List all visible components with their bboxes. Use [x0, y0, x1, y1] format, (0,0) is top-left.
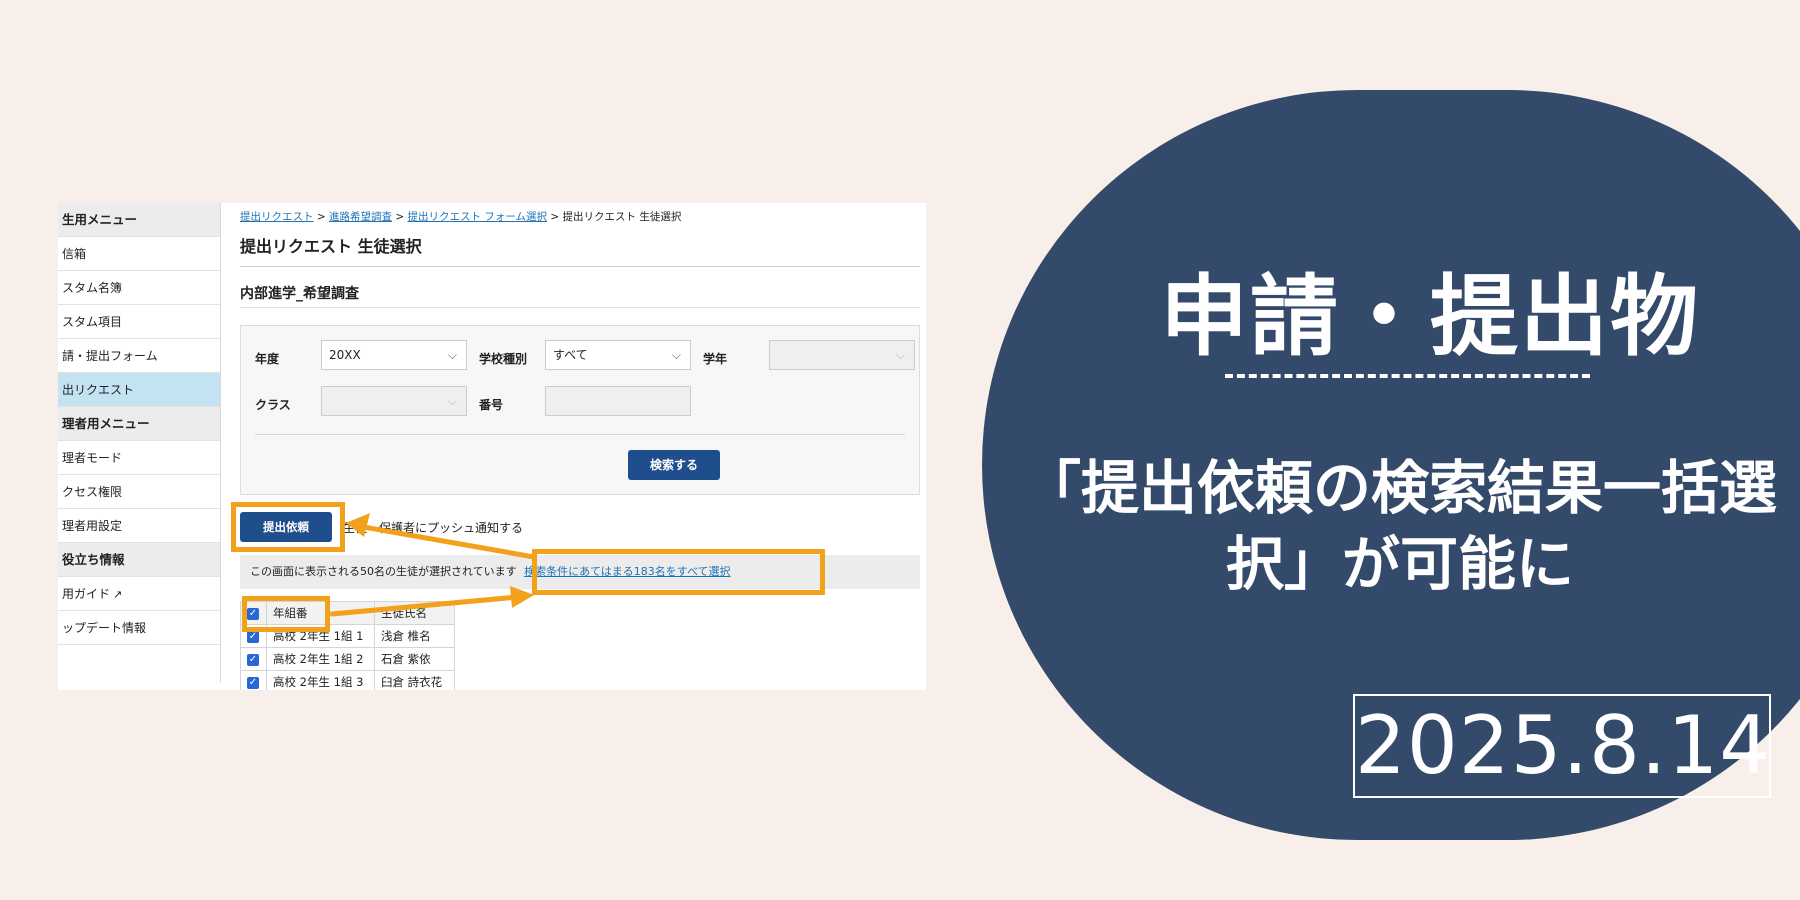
selected-count-text: この画面に表示される50名の生徒が選択されています — [250, 565, 517, 578]
table-row: ✓ 高校 2年生 1組 3 臼倉 詩衣花 — [240, 670, 455, 690]
highlight-submit-button — [231, 502, 345, 552]
sidebar-item-label: 理者用設定 — [62, 519, 123, 533]
main-content: 提出リクエスト > 進路希望調査 > 提出リクエスト フォーム選択 > 提出リク… — [240, 203, 920, 690]
sidebar-item[interactable]: 理者用設定 — [58, 509, 220, 543]
sidebar: 生用メニュー 信箱スタム名簿スタム項目請・提出フォーム 出リクエスト理者用メニュー理… — [58, 203, 221, 683]
sidebar-item[interactable]: 理者モード — [58, 441, 220, 475]
dashed-divider — [1225, 374, 1590, 378]
sidebar-section-header: 役立ち情報 — [58, 543, 220, 577]
cell-name: 浅倉 椎名 — [374, 624, 455, 648]
breadcrumb-separator: > — [391, 211, 408, 223]
grade-select[interactable]: ⌵ — [769, 340, 915, 370]
row-checkbox[interactable]: ✓ — [247, 630, 259, 643]
sidebar-item-label: 生用メニュー — [62, 212, 138, 227]
cell-class: 高校 2年生 1組 3 — [266, 670, 375, 690]
sidebar-item-label: 信箱 — [62, 247, 87, 261]
year-select-value: 20XX — [329, 348, 361, 362]
sidebar-item[interactable]: 請・提出フォーム — [58, 339, 220, 373]
year-select[interactable]: 20XX ⌵ — [321, 340, 467, 370]
promo-subtitle-line1: 「提出依頼の検索結果一括選 — [1022, 454, 1777, 522]
sidebar-item[interactable]: 出リクエスト — [58, 373, 220, 407]
sidebar-item[interactable]: スタム名簿 — [58, 271, 220, 305]
school-type-select[interactable]: すべて ⌵ — [545, 340, 691, 370]
promo-subtitle-line2: 択」が可能に — [1225, 530, 1574, 598]
row-checkbox[interactable]: ✓ — [247, 653, 259, 666]
sidebar-item[interactable]: ップデート情報 — [58, 611, 220, 645]
sidebar-item[interactable]: 信箱 — [58, 237, 220, 271]
breadcrumb-current: 提出リクエスト 生徒選択 — [562, 211, 682, 223]
class-select[interactable]: ⌵ — [321, 386, 467, 416]
table-row: ✓ 高校 2年生 1組 2 石倉 紫依 — [240, 647, 455, 671]
grade-label: 学年 — [703, 352, 728, 366]
chevron-down-icon: ⌵ — [447, 394, 457, 408]
sidebar-item-label: 用ガイド — [62, 587, 111, 601]
sidebar-item-label: スタム名簿 — [62, 281, 123, 295]
school-type-label: 学校種別 — [479, 352, 528, 366]
sidebar-item-label: 役立ち情報 — [62, 552, 125, 567]
number-input[interactable] — [545, 386, 691, 416]
class-label: クラス — [255, 398, 291, 412]
cell-class: 高校 2年生 1組 2 — [266, 647, 375, 671]
highlight-select-all-link — [532, 549, 825, 595]
search-button[interactable]: 検索する — [628, 450, 720, 480]
chevron-down-icon: ⌵ — [671, 348, 681, 362]
breadcrumb: 提出リクエスト > 進路希望調査 > 提出リクエスト フォーム選択 > 提出リク… — [240, 209, 681, 224]
chevron-down-icon: ⌵ — [895, 348, 905, 362]
chevron-down-icon: ⌵ — [447, 348, 457, 362]
sidebar-item-label: スタム項目 — [62, 315, 123, 329]
highlight-select-all-checkbox — [242, 596, 330, 632]
app-screenshot: 生用メニュー 信箱スタム名簿スタム項目請・提出フォーム 出リクエスト理者用メニュー理… — [58, 203, 926, 690]
sidebar-item-label: 請・提出フォーム — [62, 349, 158, 363]
page-title: 提出リクエスト 生徒選択 — [240, 233, 920, 267]
school-type-select-value: すべて — [553, 348, 588, 362]
sidebar-item-label: 出リクエスト — [62, 383, 135, 397]
row-checkbox-cell: ✓ — [240, 670, 267, 690]
column-header-name: 生徒氏名 — [374, 601, 455, 625]
cell-name: 臼倉 詩衣花 — [374, 670, 455, 690]
release-date: 2025.8.14 — [1353, 694, 1771, 798]
cell-name: 石倉 紫依 — [374, 647, 455, 671]
divider — [255, 434, 905, 435]
divider — [240, 307, 920, 308]
sidebar-section-header: 理者用メニュー — [58, 407, 220, 441]
row-checkbox[interactable]: ✓ — [247, 676, 259, 689]
breadcrumb-separator: > — [547, 211, 563, 223]
sidebar-section-header: 生用メニュー — [58, 203, 220, 237]
breadcrumb-link-request[interactable]: 提出リクエスト — [240, 211, 314, 223]
survey-title: 内部進学_希望調査 — [240, 286, 359, 302]
number-label: 番号 — [479, 398, 504, 412]
sidebar-item-label: ップデート情報 — [62, 621, 147, 635]
push-notify-label: 生徒・保護者にプッシュ通知する — [343, 521, 524, 535]
row-checkbox-cell: ✓ — [240, 647, 267, 671]
sidebar-item-label: 理者用メニュー — [62, 416, 150, 431]
year-label: 年度 — [255, 352, 280, 366]
sidebar-item-label: クセス権限 — [62, 485, 123, 499]
search-filter-panel: 年度 20XX ⌵ 学校種別 すべて ⌵ 学年 ⌵ クラス ⌵ 番号 検索する — [240, 325, 920, 495]
breadcrumb-separator: > — [313, 211, 329, 223]
breadcrumb-link-form-select[interactable]: 提出リクエスト フォーム選択 — [407, 211, 547, 223]
sidebar-item[interactable]: スタム項目 — [58, 305, 220, 339]
external-link-icon: ↗ — [113, 588, 123, 601]
promo-subtitle: 「提出依頼の検索結果一括選 択」が可能に — [1000, 450, 1800, 602]
sidebar-item-label: 理者モード — [62, 451, 123, 465]
breadcrumb-link-survey[interactable]: 進路希望調査 — [329, 211, 392, 223]
sidebar-item[interactable]: クセス権限 — [58, 475, 220, 509]
sidebar-item[interactable]: 用ガイド ↗ — [58, 577, 220, 611]
promo-heading: 申請・提出物 — [1159, 265, 1700, 368]
